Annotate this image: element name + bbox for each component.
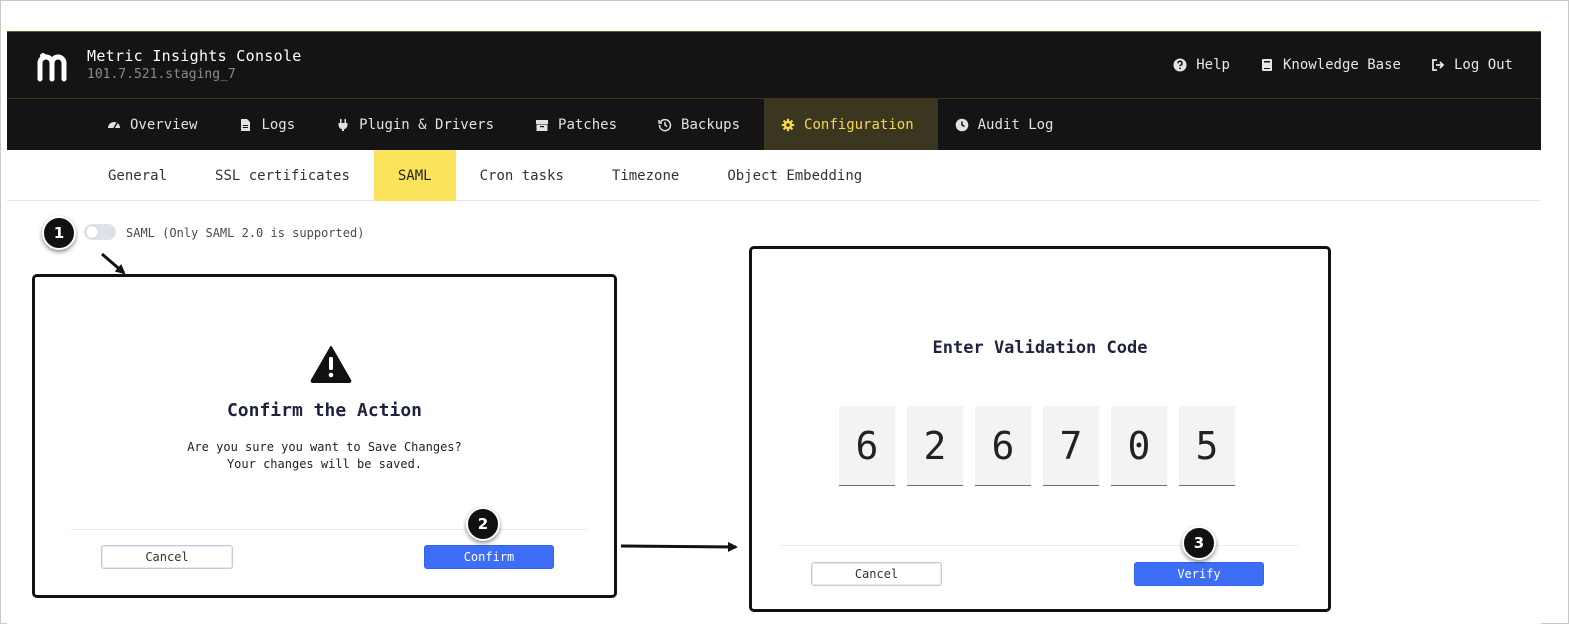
subtab-cron-tasks[interactable]: Cron tasks [456, 150, 588, 201]
knowledge-base-label: Knowledge Base [1282, 57, 1401, 73]
log-out-label: Log Out [1453, 57, 1513, 73]
tab-configuration-label: Configuration [804, 117, 914, 133]
book-icon [1261, 59, 1272, 71]
confirm-message-line-1: Are you sure you want to Save Changes? [187, 440, 462, 454]
subtab-object-embedding[interactable]: Object Embedding [703, 150, 886, 201]
subtab-timezone[interactable]: Timezone [588, 150, 703, 201]
tab-logs-label: Logs [261, 117, 296, 133]
verify-button[interactable]: Verify [1134, 562, 1264, 586]
plug-icon [338, 119, 348, 131]
app-version: 101.7.521.staging_7 [87, 67, 236, 82]
metric-insights-logo [37, 53, 67, 82]
tab-configuration[interactable]: Configuration [764, 99, 938, 151]
validation-cancel-button[interactable]: Cancel [811, 562, 942, 586]
tab-plugin-drivers-label: Plugin & Drivers [359, 117, 495, 133]
code-digit-5[interactable]: 0 [1111, 406, 1167, 486]
confirm-action-dialog: Confirm the Action Are you sure you want… [32, 274, 617, 598]
tab-overview-label: Overview [130, 117, 198, 133]
code-digit-6[interactable]: 5 [1179, 406, 1235, 486]
code-digit-1[interactable]: 6 [839, 406, 895, 486]
history-icon [658, 118, 672, 132]
validation-code-inputs: 6 2 6 7 0 5 [839, 406, 1235, 486]
dashboard-icon [108, 122, 120, 129]
help-label: Help [1196, 57, 1230, 73]
header-links: Help Knowledge Base Log Out [1173, 57, 1513, 73]
knowledge-base-link[interactable]: Knowledge Base [1260, 57, 1401, 73]
configuration-subnav: General SSL certificates SAML Cron tasks… [7, 150, 1541, 201]
gear-icon [781, 118, 795, 132]
validation-dialog-title: Enter Validation Code [932, 338, 1148, 358]
clock-icon [955, 118, 968, 132]
confirm-dialog-title: Confirm the Action [226, 400, 423, 421]
tab-audit-log[interactable]: Audit Log [938, 99, 1078, 151]
confirm-dialog-message: Are you sure you want to Save Changes? Y… [35, 439, 614, 473]
code-digit-3[interactable]: 6 [975, 406, 1031, 486]
saml-toggle[interactable] [84, 224, 116, 240]
help-link[interactable]: Help [1173, 57, 1230, 73]
tab-backups-label: Backups [681, 117, 741, 133]
app-title: Metric Insights Console [87, 47, 302, 65]
confirm-button[interactable]: Confirm [424, 545, 554, 569]
tab-patches[interactable]: Patches [518, 99, 641, 151]
confirm-cancel-button[interactable]: Cancel [101, 545, 233, 569]
tab-plugin-drivers[interactable]: Plugin & Drivers [319, 99, 518, 151]
top-header: Metric Insights Console 101.7.521.stagin… [7, 31, 1541, 98]
subtab-saml[interactable]: SAML [373, 150, 456, 201]
file-icon [241, 119, 251, 131]
log-out-link[interactable]: Log Out [1431, 57, 1513, 73]
step-badge-3: 3 [1182, 526, 1216, 560]
step-badge-2: 2 [466, 507, 500, 541]
warning-icon [310, 346, 352, 383]
dialog-divider [780, 545, 1298, 546]
validation-code-dialog: Enter Validation Code 6 2 6 7 0 5 Cancel… [749, 246, 1331, 612]
subtab-ssl-certificates[interactable]: SSL certificates [191, 150, 374, 201]
tab-backups[interactable]: Backups [641, 99, 764, 151]
saml-toggle-label: SAML (Only SAML 2.0 is supported) [126, 226, 365, 240]
main-navigation: Overview Logs Plugin & Drivers Patches B… [7, 98, 1541, 151]
tab-logs[interactable]: Logs [221, 99, 319, 151]
dialog-divider [71, 529, 587, 530]
tab-patches-label: Patches [558, 117, 618, 133]
subtab-general[interactable]: General [84, 150, 191, 201]
code-digit-4[interactable]: 7 [1043, 406, 1099, 486]
step-badge-1: 1 [42, 216, 76, 250]
confirm-message-line-2: Your changes will be saved. [226, 457, 423, 471]
tab-audit-log-label: Audit Log [977, 117, 1054, 133]
box-icon [536, 120, 549, 131]
tab-overview[interactable]: Overview [90, 99, 221, 151]
code-digit-2[interactable]: 2 [907, 406, 963, 486]
question-circle-icon [1173, 58, 1187, 72]
sign-out-icon [1432, 59, 1445, 71]
